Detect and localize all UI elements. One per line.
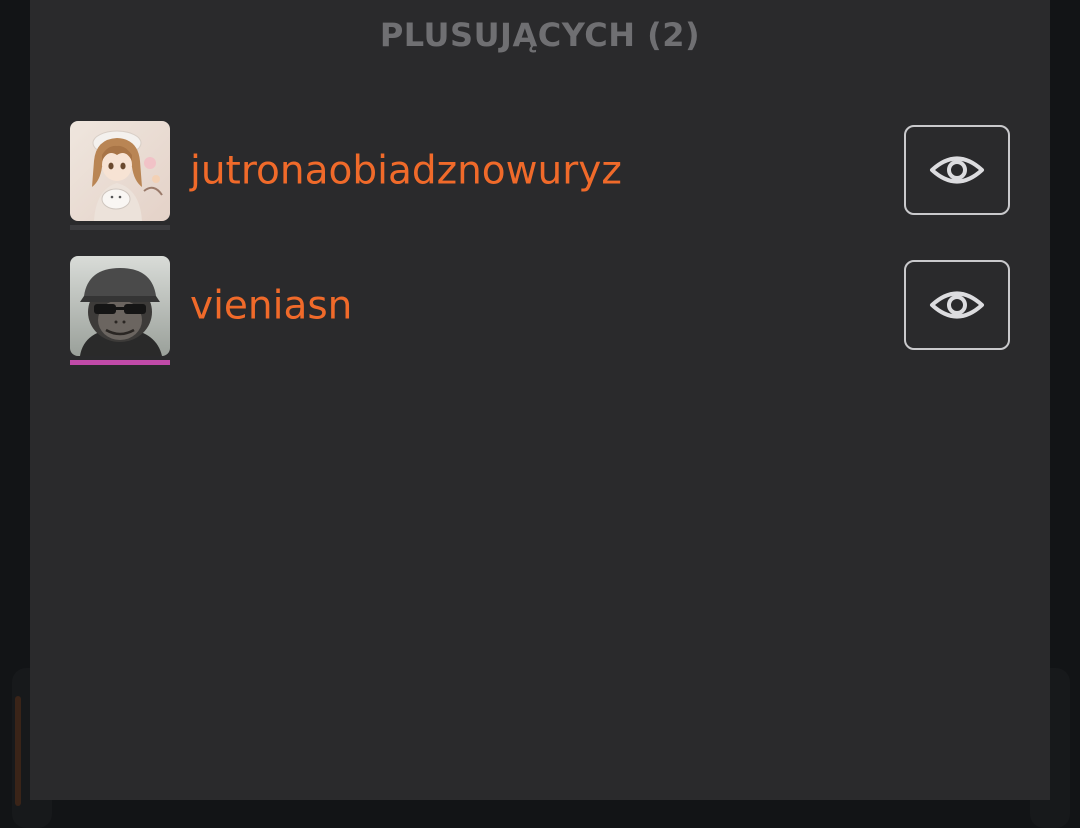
- user-badge-bar: [70, 360, 170, 365]
- username-link[interactable]: jutronaobiadznowuryz: [190, 149, 622, 194]
- anime-girl-avatar-image: [70, 121, 170, 221]
- list-item: vieniasn: [70, 256, 1010, 356]
- background-accent-bar: [15, 696, 21, 806]
- view-profile-button[interactable]: [904, 125, 1010, 215]
- upvoters-panel: PLUSUJĄCYCH (2): [30, 0, 1050, 800]
- user-badge-bar: [70, 225, 170, 230]
- upvoters-list: jutronaobiadznowuryz: [70, 121, 1010, 391]
- panel-title: PLUSUJĄCYCH (2): [30, 16, 1050, 54]
- eye-icon: [929, 153, 985, 187]
- view-profile-button[interactable]: [904, 260, 1010, 350]
- list-item: jutronaobiadznowuryz: [70, 121, 1010, 221]
- username-link[interactable]: vieniasn: [190, 284, 352, 329]
- avatar[interactable]: [70, 256, 170, 356]
- monkey-with-cap-avatar-image: [70, 256, 170, 356]
- avatar[interactable]: [70, 121, 170, 221]
- eye-icon: [929, 288, 985, 322]
